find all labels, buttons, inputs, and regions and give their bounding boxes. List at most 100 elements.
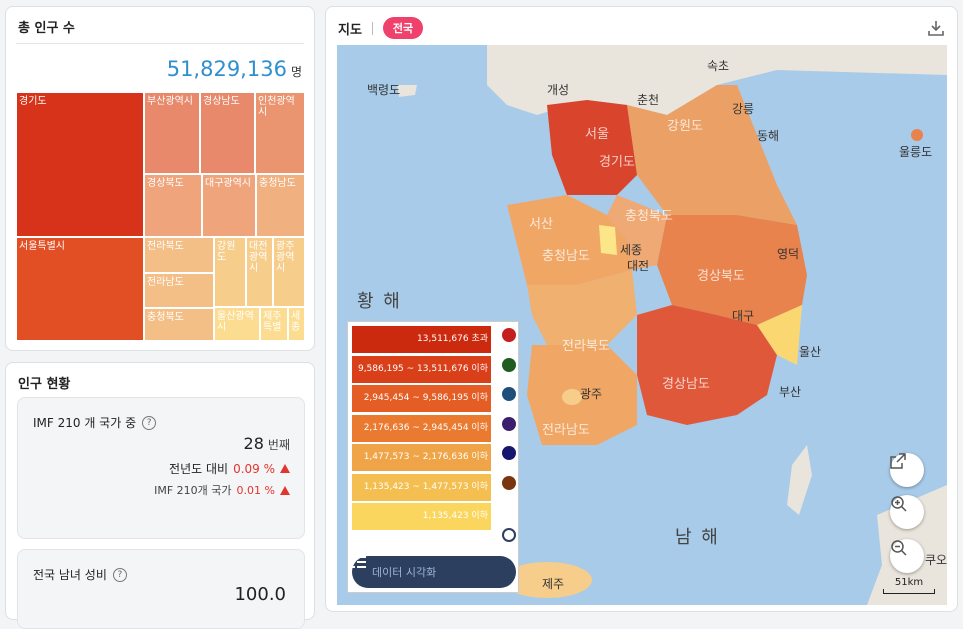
treemap-tile[interactable]: 제주특별 [260,307,288,341]
label-jeonnam: 전라남도 [542,423,590,438]
imf-rank-label: IMF 210 개 국가 중 [33,416,137,430]
label-gangwon: 강원도 [667,119,703,134]
total-population-title: 총 인구 수 [18,21,75,36]
up-arrow-icon [280,485,290,495]
population-number: 51,829,136 [166,57,287,81]
treemap-tile[interactable]: 울산광역시 [214,307,260,341]
label-sokcho: 속초 [707,59,730,73]
sex-ratio-label: 전국 남녀 성비 [33,568,107,582]
legend-row[interactable]: 13,511,676 초과 [352,326,491,353]
yoy-value: 0.09 % [233,461,275,476]
sex-ratio-box: 전국 남녀 성비 ? 100.0 [17,549,305,629]
divider [16,43,304,44]
legend-row[interactable]: 9,586,195 ~ 13,511,676 이하 [352,355,491,383]
label-kyushu: 쿠오 [925,553,947,567]
label-gangneung: 강릉 [732,102,755,116]
label-busan: 부산 [779,385,802,399]
label-daejeon: 대전 [627,259,650,273]
label-gaeseong: 개성 [547,83,570,97]
map-scale: 51km [883,577,935,594]
treemap-tile[interactable]: 강원도 [214,237,246,307]
treemap-tile[interactable]: 인천광역시 [255,92,305,174]
population-status-card: 인구 현황 IMF 210 개 국가 중 ? 28 번째 전년도 대비 0.09… [5,362,315,629]
map-legend: 13,511,676 초과 9,586,195 ~ 13,511,676 이하 2,… [347,321,519,593]
treemap-tile[interactable]: 경기도 [16,92,144,237]
label-gyeongnam: 경상남도 [662,377,710,392]
legend-row[interactable]: 2,176,636 ~ 2,945,454 이하 [352,414,491,442]
imf-rank: 28 번째 [244,434,290,453]
scale-bar [883,589,935,594]
label-gyeonggi: 경기도 [599,155,635,170]
total-population-card: 총 인구 수 51,829,136 명 경기도 서울특별시 부산광역시 경상남도 인천광… [5,6,315,351]
treemap-tile[interactable]: 서울특별시 [16,237,144,341]
label-baengnyeong: 백령도 [367,83,401,97]
legend-row[interactable]: 1,135,423 ~ 1,477,573 이하 [352,473,491,501]
treemap-tile[interactable]: 충청북도 [144,308,214,341]
theme-color-dot[interactable] [502,328,516,342]
label-gwangju: 광주 [580,387,603,401]
open-external-button[interactable] [890,453,924,487]
treemap-tile[interactable]: 경상북도 [144,174,202,237]
yoy-change: 전년도 대비 0.09 % [169,460,290,477]
up-arrow-icon [280,464,290,473]
label-yellow-sea: 황 해 [357,291,402,312]
population-unit: 명 [290,65,302,79]
theme-color-dot[interactable] [502,357,516,372]
label-ulsan: 울산 [799,345,822,359]
help-icon[interactable]: ? [142,415,157,430]
scope-badge[interactable]: 전국 [382,17,424,39]
population-treemap: 경기도 서울특별시 부산광역시 경상남도 인천광역시경상북도 대구광역시 충청남도전라북도 전… [16,92,305,341]
label-seoul: 서울 [585,127,609,142]
treemap-tile[interactable]: 부산광역시 [144,92,200,174]
scale-label: 51km [894,577,924,588]
map-title: 지도 [338,22,362,38]
total-population-value: 51,829,136 명 [167,57,302,81]
divider [371,21,373,35]
imf-rank-box: IMF 210 개 국가 중 ? 28 번째 전년도 대비 0.09 % IMF… [17,397,305,539]
rank-number: 28 [243,434,264,453]
label-yeongdeok: 영덕 [777,247,800,261]
download-icon[interactable] [927,19,945,41]
treemap-tile[interactable]: 세종 [288,307,305,341]
label-jeju: 제주 [542,577,565,591]
theme-color-dot[interactable] [502,446,516,460]
zoom-in-button[interactable] [890,495,924,529]
label-south-sea: 남 해 [675,527,720,548]
treemap-tile[interactable]: 전라북도 [144,237,214,273]
treemap-tile[interactable]: 충청남도 [256,174,305,237]
imf-change-value: 0.01 % [236,483,275,497]
label-chungbuk: 충청북도 [625,209,673,224]
treemap-tile[interactable]: 대구광역시 [202,174,256,237]
help-icon[interactable]: ? [112,567,127,582]
treemap-tile[interactable]: 광주광역시 [273,237,305,307]
label-jeonbuk: 전라북도 [562,339,610,354]
theme-color-dot[interactable] [502,475,516,490]
imf-change-label: IMF 210개 국가 [154,484,232,497]
sex-ratio-value: 100.0 [234,584,286,605]
label-chuncheon: 춘천 [637,93,660,107]
label-ulleung: 울릉도 [899,145,933,159]
reset-icon[interactable] [502,528,516,542]
treemap-tile[interactable]: 대전광역시 [246,237,273,307]
treemap-tile[interactable]: 경상남도 [200,92,255,174]
theme-color-dot[interactable] [502,387,516,401]
data-visualization-button[interactable]: 데이터 시각화 [352,556,516,588]
imf-change: IMF 210개 국가 0.01 % [154,482,290,498]
label-donghae: 동해 [757,129,780,143]
population-status-title: 인구 현황 [18,377,71,392]
treemap-tile[interactable]: 전라남도 [144,273,214,308]
yoy-label: 전년도 대비 [169,462,229,476]
zoom-out-button[interactable] [890,539,924,573]
label-seosan: 서산 [529,217,553,232]
legend-row[interactable]: 1,477,573 ~ 2,176,636 이하 [352,444,491,471]
label-chungnam: 충청남도 [542,249,590,264]
korea-map[interactable]: 백령도 개성 속초 춘천 강릉 동해 서울 경기도 강원도 울릉도 충청북도 서… [337,45,947,605]
rank-unit: 번째 [267,438,290,452]
label-gyeongbuk: 경상북도 [697,269,745,284]
legend-row[interactable]: 1,135,423 이하 [352,503,491,530]
viz-button-label: 데이터 시각화 [372,566,437,579]
theme-color-dot[interactable] [502,416,516,431]
legend-row[interactable]: 2,945,454 ~ 9,586,195 이하 [352,385,491,412]
label-daegu: 대구 [732,309,755,323]
label-sejong: 세종 [620,243,643,257]
